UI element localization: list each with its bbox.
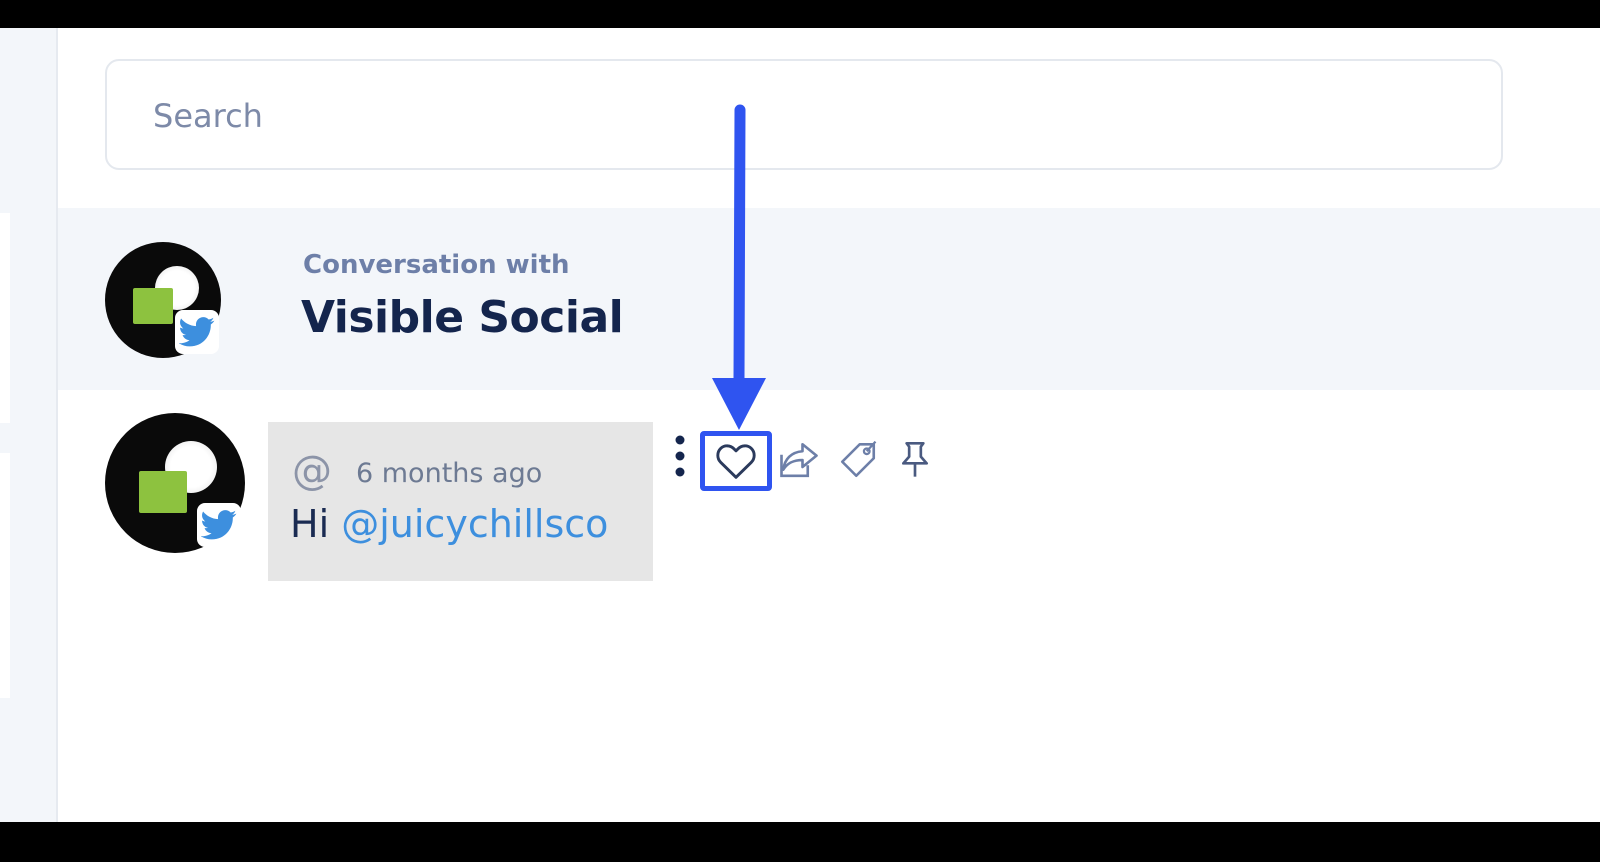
conversation-header: Conversation with Visible Social bbox=[58, 208, 1600, 390]
conversation-contact-name: Visible Social bbox=[301, 292, 624, 343]
logo-square bbox=[133, 288, 173, 324]
conversation-subtitle: Conversation with bbox=[303, 250, 570, 280]
app-frame: Conversation with Visible Social @ 6 mon… bbox=[0, 28, 1600, 822]
message-text: Hi @juicychillsco bbox=[290, 502, 608, 546]
search-input[interactable] bbox=[151, 61, 1455, 170]
left-sidebar bbox=[0, 28, 58, 822]
sidebar-divider bbox=[0, 213, 10, 423]
share-button[interactable] bbox=[776, 438, 822, 482]
more-options-button[interactable] bbox=[669, 432, 691, 480]
search-box[interactable] bbox=[105, 59, 1503, 170]
contact-avatar[interactable] bbox=[105, 242, 221, 358]
message-greeting: Hi bbox=[290, 502, 330, 546]
bottom-letterbox bbox=[0, 822, 1600, 862]
logo-square bbox=[139, 471, 187, 513]
like-button[interactable] bbox=[700, 431, 772, 491]
share-icon bbox=[780, 442, 818, 478]
pin-icon bbox=[902, 442, 929, 477]
heart-icon bbox=[716, 444, 756, 479]
tag-icon bbox=[840, 440, 877, 478]
twitter-icon bbox=[175, 310, 219, 354]
message-timestamp: 6 months ago bbox=[356, 458, 543, 489]
at-icon: @ bbox=[292, 448, 332, 494]
twitter-icon bbox=[197, 503, 241, 547]
sidebar-divider bbox=[0, 453, 10, 698]
message-avatar[interactable] bbox=[105, 413, 245, 553]
mention-link[interactable]: @juicychillsco bbox=[341, 502, 608, 546]
tag-button[interactable] bbox=[835, 438, 881, 482]
pin-button[interactable] bbox=[893, 438, 937, 482]
vertical-dots-icon bbox=[675, 435, 685, 477]
message-bubble[interactable]: @ 6 months ago Hi @juicychillsco bbox=[268, 422, 653, 581]
